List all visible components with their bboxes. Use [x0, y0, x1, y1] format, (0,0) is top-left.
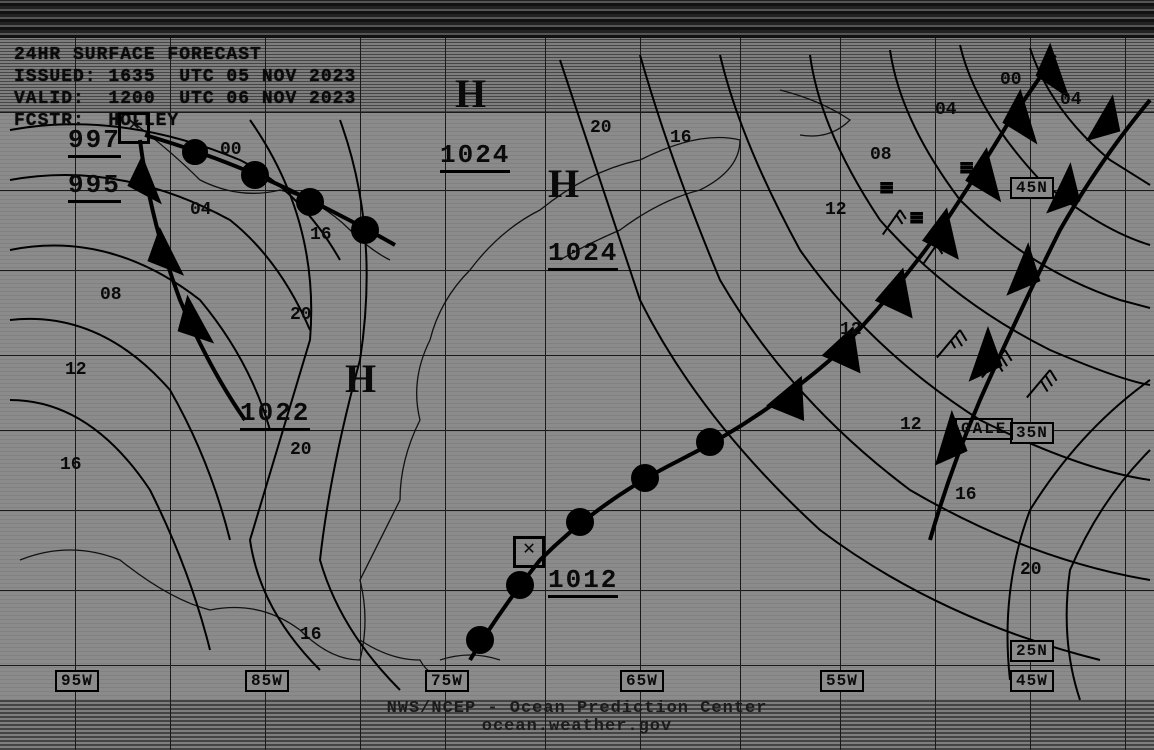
low-value-995: 995: [68, 170, 121, 203]
high-value-3: 1022: [240, 398, 310, 431]
header-valid: VALID: 1200 UTC 06 NOV 2023: [14, 88, 356, 110]
iso-label: 12: [65, 360, 87, 380]
low-symbol-atl: ✕: [513, 536, 545, 568]
iso-label: 16: [955, 485, 977, 505]
iso-label: 12: [900, 415, 922, 435]
lon-label-95w: 95W: [55, 670, 99, 692]
iso-label: 04: [1060, 90, 1082, 110]
low-value-997: 997: [68, 125, 121, 158]
iso-label: 20: [1020, 560, 1042, 580]
high-value-2: 1024: [548, 238, 618, 271]
lat-label-45n: 45N: [1010, 177, 1054, 199]
iso-label: 04: [190, 200, 212, 220]
lon-label-75w: 75W: [425, 670, 469, 692]
iso-label: 16: [670, 128, 692, 148]
iso-label: 20: [290, 440, 312, 460]
high-symbol-3: H: [345, 355, 376, 402]
lat-label-35n: 35N: [1010, 422, 1054, 444]
low-value-1012: 1012: [548, 565, 618, 598]
iso-label: 12: [825, 200, 847, 220]
iso-label: 00: [1000, 70, 1022, 90]
header-issued: ISSUED: 1635 UTC 05 NOV 2023: [14, 66, 356, 88]
header-fcstr: FCSTR: HOLLEY: [14, 110, 356, 132]
lon-label-85w: 85W: [245, 670, 289, 692]
iso-label: 08: [870, 145, 892, 165]
lat-label-25n: 25N: [1010, 640, 1054, 662]
header-title: 24HR SURFACE FORECAST: [14, 44, 356, 66]
high-symbol-1: H: [455, 70, 486, 117]
iso-label: 16: [310, 225, 332, 245]
high-value-1: 1024: [440, 140, 510, 173]
lon-label-55w: 55W: [820, 670, 864, 692]
iso-label: 20: [290, 305, 312, 325]
iso-label: 16: [60, 455, 82, 475]
iso-label: 04: [935, 100, 957, 120]
chart-header: 24HR SURFACE FORECAST ISSUED: 1635 UTC 0…: [14, 44, 356, 132]
high-symbol-2: H: [548, 160, 579, 207]
iso-label: 08: [100, 285, 122, 305]
lon-label-65w: 65W: [620, 670, 664, 692]
gale-warning-box: GALE: [955, 418, 1013, 440]
low-symbol-nw: ✕: [118, 112, 150, 144]
footer-url: ocean.weather.gov: [0, 717, 1154, 736]
footer-source: NWS/NCEP - Ocean Prediction Center: [0, 699, 1154, 718]
surface-forecast-chart: ≡ ≡ ≡ 24HR SURFACE FORECAST ISSUED: 1635…: [0, 0, 1154, 750]
iso-label: 16: [300, 625, 322, 645]
iso-label: 20: [590, 118, 612, 138]
iso-label: 00: [220, 140, 242, 160]
iso-label: 12: [840, 320, 862, 340]
lon-label-45w: 45W: [1010, 670, 1054, 692]
